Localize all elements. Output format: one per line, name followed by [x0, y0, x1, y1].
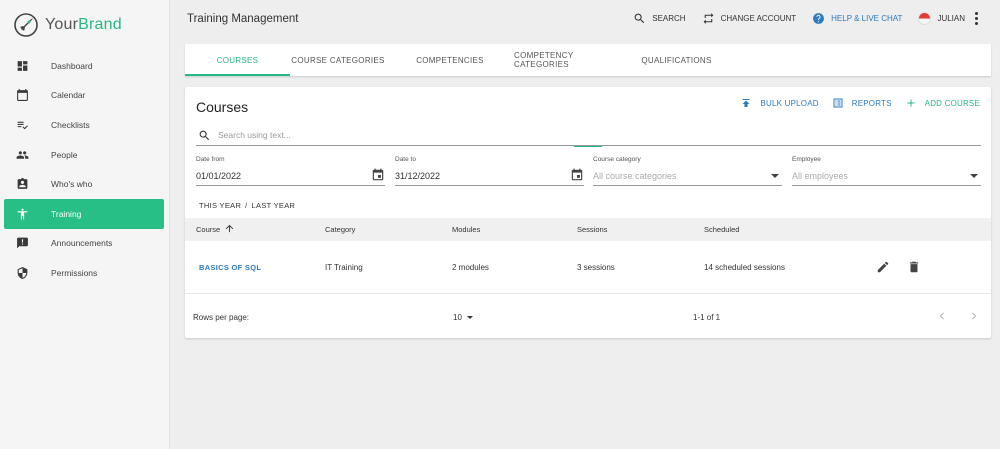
employee-select[interactable]: Employee All employees	[792, 156, 981, 186]
upload-icon	[742, 99, 750, 107]
calendar-icon[interactable]	[371, 168, 385, 182]
top-bar: Training Management SEARCH CHANGE ACCOUN…	[170, 0, 1000, 40]
sidebar: YourBrand Dashboard Calendar Checklists …	[0, 0, 170, 449]
sort-arrow-up-icon[interactable]	[224, 223, 235, 234]
dropdown-arrow-icon	[970, 174, 978, 178]
chevron-right-icon[interactable]	[967, 309, 981, 323]
sidebar-item-dashboard[interactable]: Dashboard	[0, 51, 170, 81]
search-bar	[196, 125, 981, 146]
accessibility-icon	[16, 207, 29, 220]
tab-competency-categories[interactable]: COMPETENCY CATEGORIES	[514, 44, 614, 76]
date-from-value: 01/01/2022	[196, 171, 242, 181]
announcement-icon	[16, 237, 29, 250]
rows-per-page-label: Rows per page:	[193, 313, 250, 322]
checklist-icon	[16, 118, 29, 131]
course-category-cell: IT Training	[325, 263, 363, 272]
course-sessions-cell: 3 sessions	[577, 263, 615, 272]
dashboard-icon	[16, 59, 29, 72]
tab-qualifications[interactable]: QUALIFICATIONS	[614, 44, 739, 76]
tab-course-categories[interactable]: COURSE CATEGORIES	[290, 44, 386, 76]
sidebar-item-announcements[interactable]: Announcements	[0, 229, 170, 259]
user-menu-button[interactable]: JULIAN	[918, 12, 965, 25]
column-header-category[interactable]: Category	[325, 225, 355, 234]
table-row: BASICS OF SQL IT Training 2 modules 3 se…	[185, 241, 991, 294]
rows-per-page-select[interactable]: 10	[453, 313, 473, 322]
course-category-select[interactable]: Course category All course categories	[593, 156, 782, 186]
sidebar-item-whos-who[interactable]: Who's who	[0, 169, 170, 199]
course-scheduled-cell: 14 scheduled sessions	[704, 263, 785, 272]
tab-bar: COURSES COURSE CATEGORIES COMPETENCIES C…	[185, 44, 991, 76]
delete-icon[interactable]	[907, 260, 921, 274]
table-header: Course Category Modules Sessions Schedul…	[185, 218, 991, 241]
tab-competencies[interactable]: COMPETENCIES	[386, 44, 514, 76]
shield-icon	[16, 266, 29, 279]
help-icon	[813, 13, 825, 24]
sidebar-item-training[interactable]: Training	[4, 198, 164, 229]
table-pagination: Rows per page: 10 1-1 of 1	[185, 294, 991, 338]
courses-actions: BULK UPLOAD REPORTS ADD COURSE	[727, 97, 980, 109]
brand-logo[interactable]: YourBrand	[13, 12, 122, 38]
badge-icon	[16, 178, 29, 191]
edit-icon[interactable]	[876, 260, 890, 274]
sidebar-item-checklists[interactable]: Checklists	[0, 110, 170, 140]
sidebar-item-permissions[interactable]: Permissions	[0, 258, 170, 288]
more-options-icon[interactable]	[975, 12, 978, 25]
rocket-logo-icon	[14, 13, 38, 37]
avatar	[918, 12, 932, 25]
quick-date-range: THIS YEAR / LAST YEAR	[199, 201, 296, 210]
tab-courses[interactable]: COURSES	[185, 44, 290, 76]
date-to-value: 31/12/2022	[395, 171, 441, 181]
report-icon	[833, 98, 843, 108]
courses-title: Courses	[196, 99, 249, 115]
dropdown-arrow-icon	[771, 174, 779, 178]
page-title: Training Management	[187, 13, 299, 25]
column-header-sessions[interactable]: Sessions	[577, 225, 607, 234]
last-year-link[interactable]: LAST YEAR	[252, 201, 296, 210]
search-icon	[634, 13, 645, 24]
date-to-field[interactable]: Date to 31/12/2022	[395, 156, 584, 186]
search-input[interactable]	[218, 130, 918, 140]
column-header-course[interactable]: Course	[196, 223, 235, 234]
plus-icon	[907, 99, 915, 107]
date-from-field[interactable]: Date from 01/01/2022	[196, 156, 385, 186]
chevron-left-icon[interactable]	[935, 309, 949, 323]
sidebar-item-calendar[interactable]: Calendar	[0, 81, 170, 111]
people-icon	[16, 148, 29, 161]
employee-value: All employees	[792, 171, 849, 181]
add-course-button[interactable]: ADD COURSE	[905, 97, 980, 109]
calendar-icon	[16, 89, 29, 102]
sidebar-item-people[interactable]: People	[0, 140, 170, 170]
repeat-icon	[703, 13, 713, 24]
search-button[interactable]: SEARCH	[633, 12, 686, 25]
courses-card: Courses BULK UPLOAD REPORTS ADD COURSE D…	[185, 87, 991, 338]
column-header-scheduled[interactable]: Scheduled	[704, 225, 739, 234]
calendar-icon[interactable]	[570, 168, 584, 182]
column-header-modules[interactable]: Modules	[452, 225, 480, 234]
search-focus-indicator	[574, 146, 602, 147]
dropdown-arrow-icon	[466, 316, 473, 320]
course-link[interactable]: BASICS OF SQL	[199, 263, 261, 272]
bulk-upload-button[interactable]: BULK UPLOAD	[740, 97, 819, 109]
help-live-chat-button[interactable]: HELP & LIVE CHAT	[812, 12, 902, 25]
brand-name: YourBrand	[45, 16, 122, 33]
this-year-link[interactable]: THIS YEAR	[199, 201, 241, 210]
pagination-range: 1-1 of 1	[693, 313, 721, 322]
search-icon	[199, 130, 210, 140]
sidebar-nav: Dashboard Calendar Checklists People Who…	[0, 51, 170, 288]
course-category-value: All course categories	[593, 171, 677, 181]
top-actions: SEARCH CHANGE ACCOUNT HELP & LIVE CHAT J…	[617, 12, 978, 25]
reports-button[interactable]: REPORTS	[832, 97, 892, 109]
change-account-button[interactable]: CHANGE ACCOUNT	[702, 12, 796, 25]
course-modules-cell: 2 modules	[452, 263, 489, 272]
